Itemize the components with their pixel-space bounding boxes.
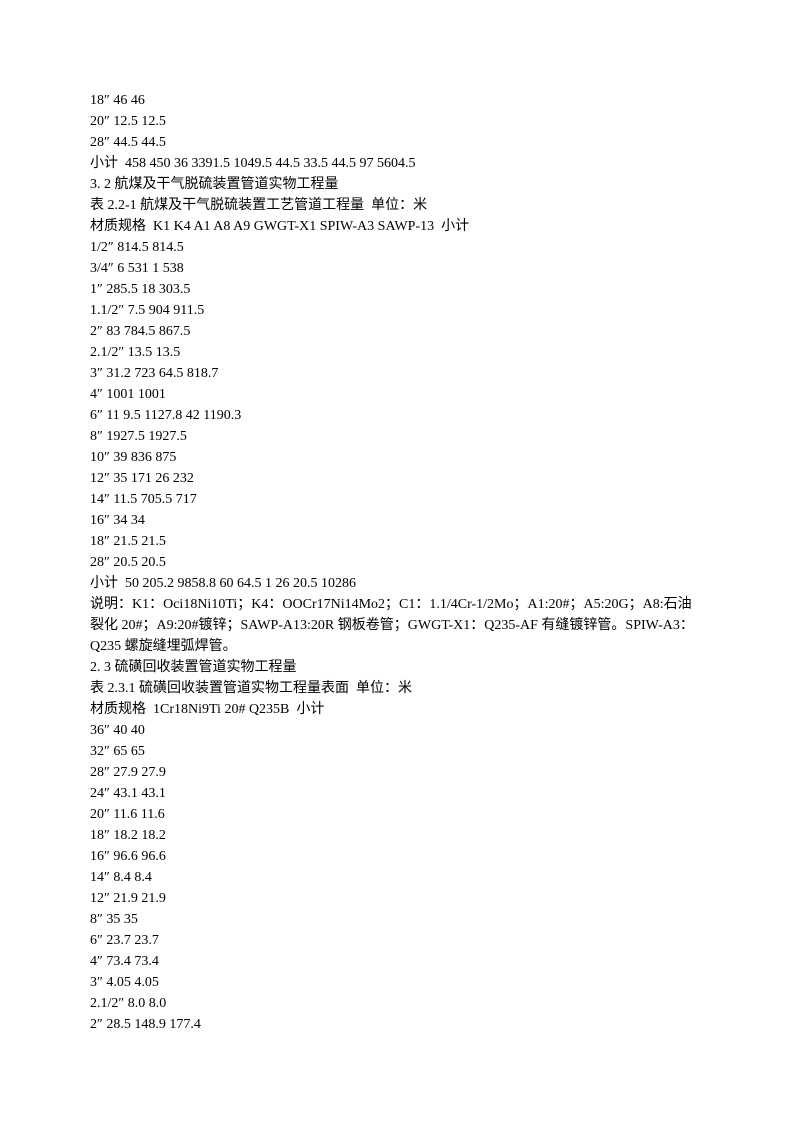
text-line: 表 2.2-1 航煤及干气脱硫装置工艺管道工程量 单位：米 [90, 195, 704, 216]
text-line: 1.1/2″ 7.5 904 911.5 [90, 300, 704, 321]
text-line: 说明：K1：Oci18Ni10Ti；K4：OOCr17Ni14Mo2；C1：1.… [90, 594, 704, 657]
text-line: 20″ 11.6 11.6 [90, 804, 704, 825]
text-line: 2″ 28.5 148.9 177.4 [90, 1014, 704, 1035]
text-line: 1″ 285.5 18 303.5 [90, 279, 704, 300]
text-line: 16″ 96.6 96.6 [90, 846, 704, 867]
text-line: 3″ 4.05 4.05 [90, 972, 704, 993]
text-line: 18″ 46 46 [90, 90, 704, 111]
text-line: 14″ 11.5 705.5 717 [90, 489, 704, 510]
text-line: 材质规格 K1 K4 A1 A8 A9 GWGT-X1 SPIW-A3 SAWP… [90, 216, 704, 237]
text-line: 3. 2 航煤及干气脱硫装置管道实物工程量 [90, 174, 704, 195]
text-line: 1/2″ 814.5 814.5 [90, 237, 704, 258]
text-line: 2.1/2″ 8.0 8.0 [90, 993, 704, 1014]
text-line: 6″ 23.7 23.7 [90, 930, 704, 951]
text-line: 10″ 39 836 875 [90, 447, 704, 468]
text-line: 18″ 18.2 18.2 [90, 825, 704, 846]
text-line: 24″ 43.1 43.1 [90, 783, 704, 804]
text-line: 28″ 20.5 20.5 [90, 552, 704, 573]
text-line: 36″ 40 40 [90, 720, 704, 741]
document-content: 18″ 46 4620″ 12.5 12.528″ 44.5 44.5小计 45… [90, 90, 704, 1035]
text-line: 4″ 1001 1001 [90, 384, 704, 405]
text-line: 32″ 65 65 [90, 741, 704, 762]
text-line: 28″ 27.9 27.9 [90, 762, 704, 783]
text-line: 16″ 34 34 [90, 510, 704, 531]
text-line: 20″ 12.5 12.5 [90, 111, 704, 132]
text-line: 18″ 21.5 21.5 [90, 531, 704, 552]
text-line: 8″ 1927.5 1927.5 [90, 426, 704, 447]
text-line: 表 2.3.1 硫磺回收装置管道实物工程量表面 单位：米 [90, 678, 704, 699]
text-line: 6″ 11 9.5 1127.8 42 1190.3 [90, 405, 704, 426]
text-line: 小计 50 205.2 9858.8 60 64.5 1 26 20.5 102… [90, 573, 704, 594]
text-line: 3″ 31.2 723 64.5 818.7 [90, 363, 704, 384]
text-line: 3/4″ 6 531 1 538 [90, 258, 704, 279]
text-line: 材质规格 1Cr18Ni9Ti 20# Q235B 小计 [90, 699, 704, 720]
text-line: 28″ 44.5 44.5 [90, 132, 704, 153]
text-line: 14″ 8.4 8.4 [90, 867, 704, 888]
text-line: 12″ 21.9 21.9 [90, 888, 704, 909]
text-line: 4″ 73.4 73.4 [90, 951, 704, 972]
text-line: 2.1/2″ 13.5 13.5 [90, 342, 704, 363]
text-line: 12″ 35 171 26 232 [90, 468, 704, 489]
text-line: 8″ 35 35 [90, 909, 704, 930]
text-line: 小计 458 450 36 3391.5 1049.5 44.5 33.5 44… [90, 153, 704, 174]
text-line: 2. 3 硫磺回收装置管道实物工程量 [90, 657, 704, 678]
text-line: 2″ 83 784.5 867.5 [90, 321, 704, 342]
